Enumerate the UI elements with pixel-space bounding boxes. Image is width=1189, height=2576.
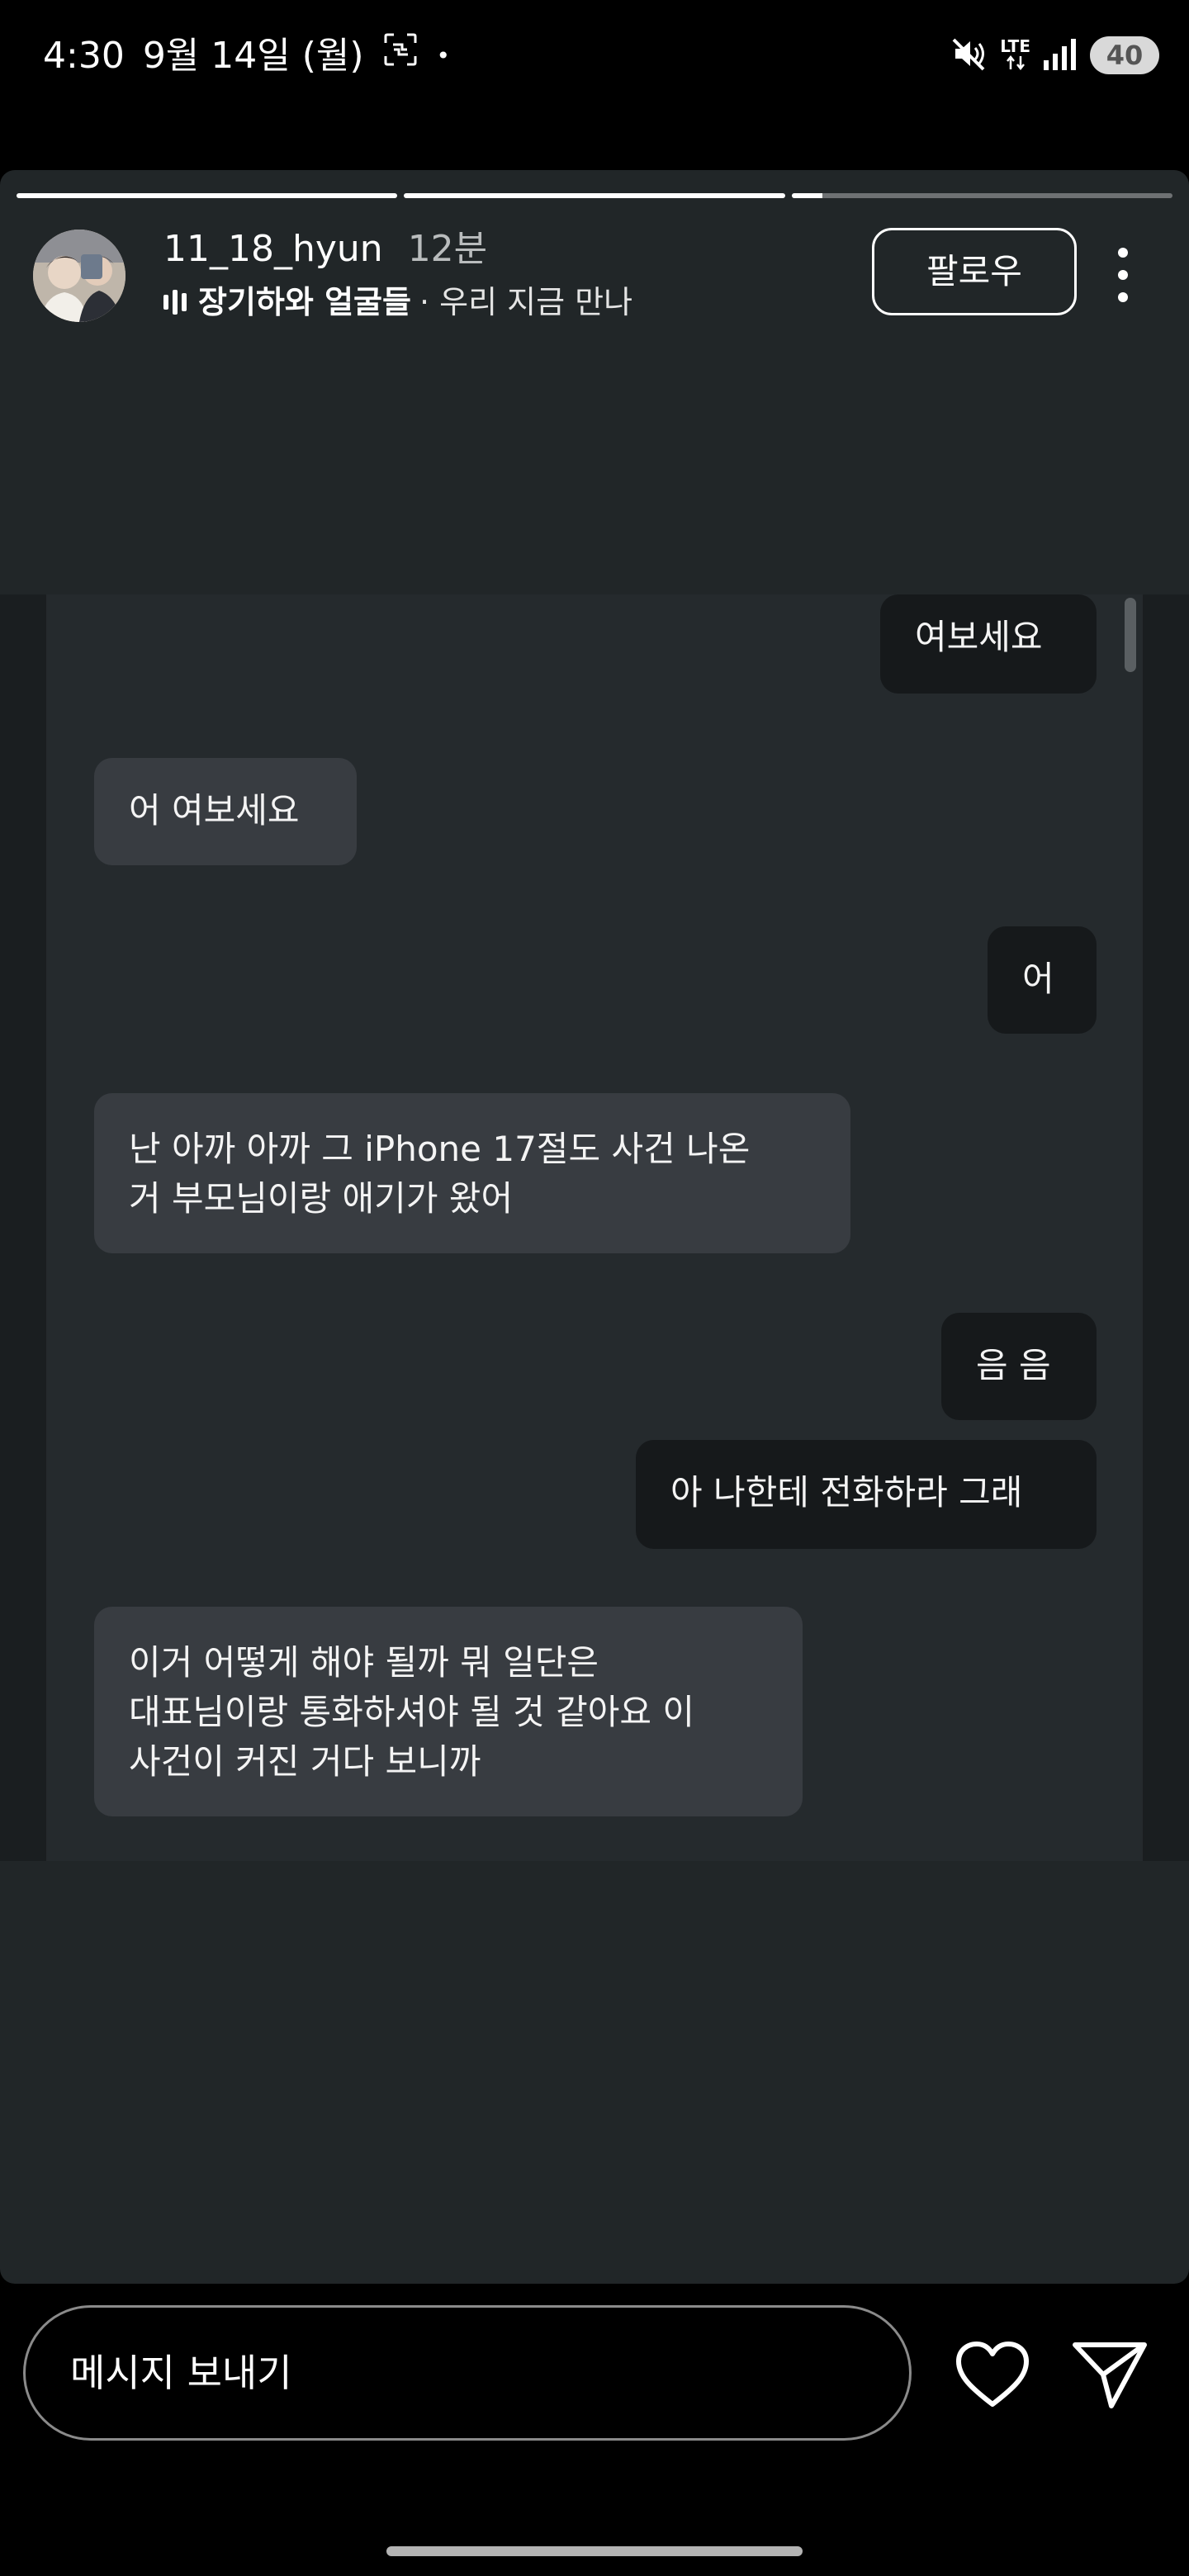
user-line: 11_18_hyun 12분 [163,223,487,276]
more-options-icon[interactable] [1106,248,1139,302]
chat-panel: 여보세요 어 여보세요 어 난 아까 아까 그 iPhone 17절도 사건 나… [46,594,1143,1861]
message-placeholder: 메시지 보내기 [70,2351,292,2395]
story-time: 12분 [407,228,488,270]
song-title: 장기하와 얼굴들 [198,284,411,320]
heart-icon[interactable] [955,2340,1030,2409]
battery-icon: 40 [1090,36,1159,74]
chat-bubble-received: 이거 어떻게 해야 될까 뭐 일단은 대표님이랑 통화하셔야 될 것 같아요 이… [94,1607,803,1816]
progress-fill [791,193,822,198]
lte-icon: LTE [1000,38,1030,73]
song-artist: · 우리 지금 만나 [419,284,633,320]
chat-bubble-sent: 여보세요 [880,594,1097,694]
screenshot-icon [382,30,419,83]
status-time: 4:30 [43,35,125,77]
chat-screenshot: 여보세요 어 여보세요 어 난 아까 아까 그 iPhone 17절도 사건 나… [0,594,1189,1861]
chat-bubble-received: 어 여보세요 [94,758,357,865]
story-header: 11_18_hyun 12분 장기하와 얼굴들 · 우리 지금 만나 팔로우 [33,223,1156,325]
progress-fill [404,193,785,198]
send-icon[interactable] [1070,2338,1149,2411]
mute-icon [950,35,988,76]
status-bar: 4:30 9월 14일 (월) • LTE 40 [0,0,1189,116]
data-arrows-icon [1005,54,1026,73]
status-date: 9월 14일 (월) [142,35,364,77]
notification-dot: • [436,42,451,69]
chat-scrollbar [1125,598,1136,672]
chat-bubble-sent: 어 [988,926,1097,1034]
signal-icon [1042,36,1078,75]
progress-fill [17,193,398,198]
story-progress [17,193,1172,198]
status-left: 4:30 9월 14일 (월) • [43,30,450,83]
chat-bubble-sent: 음 음 [941,1313,1097,1420]
avatar[interactable] [33,230,126,322]
status-right: LTE 40 [950,35,1159,76]
progress-segment [404,193,785,198]
story-card[interactable]: 11_18_hyun 12분 장기하와 얼굴들 · 우리 지금 만나 팔로우 여… [0,170,1189,2284]
message-input[interactable]: 메시지 보내기 [23,2305,912,2441]
music-bars-icon [163,288,187,316]
home-indicator[interactable] [386,2546,803,2556]
chat-bubble-received: 난 아까 아까 그 iPhone 17절도 사건 나온 거 부모님이랑 애기가 … [94,1093,850,1253]
follow-button[interactable]: 팔로우 [872,228,1077,315]
progress-segment [791,193,1172,198]
username[interactable]: 11_18_hyun [163,223,383,276]
network-type: LTE [1000,36,1030,56]
chat-bubble-sent: 아 나한테 전화하라 그래 [636,1440,1097,1549]
music-line[interactable]: 장기하와 얼굴들 · 우리 지금 만나 [163,279,632,325]
progress-segment [17,193,398,198]
